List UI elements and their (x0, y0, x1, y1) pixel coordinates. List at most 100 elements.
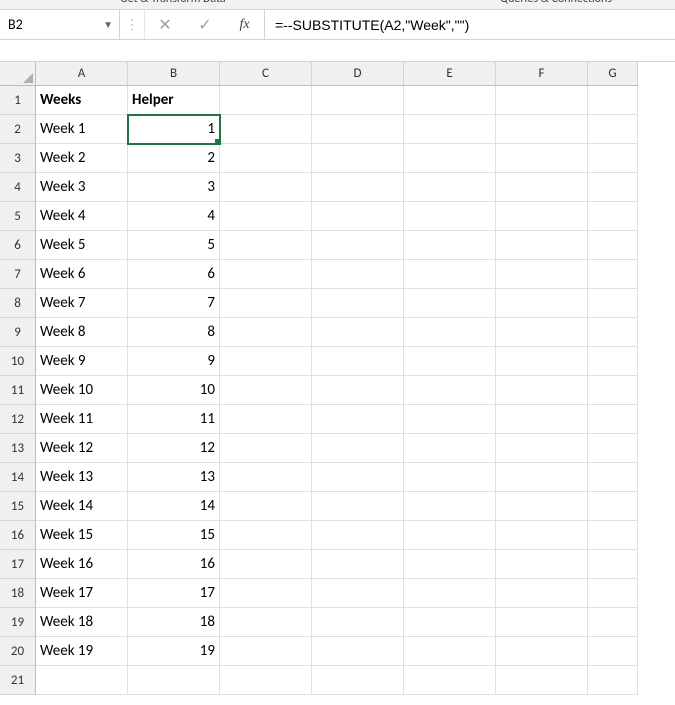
cell[interactable] (496, 608, 588, 637)
enter-icon[interactable]: ✓ (185, 10, 225, 39)
cell[interactable]: Week 12 (36, 434, 128, 463)
cell[interactable] (312, 347, 404, 376)
cell[interactable] (220, 666, 312, 695)
cell[interactable]: Week 5 (36, 231, 128, 260)
cell[interactable] (588, 492, 638, 521)
cell[interactable] (588, 579, 638, 608)
row-header[interactable]: 13 (0, 434, 36, 463)
cell[interactable] (588, 521, 638, 550)
cell[interactable] (312, 86, 404, 115)
cell[interactable] (588, 608, 638, 637)
cell[interactable] (588, 173, 638, 202)
row-header[interactable]: 15 (0, 492, 36, 521)
cell[interactable]: 6 (128, 260, 220, 289)
row-header[interactable]: 19 (0, 608, 36, 637)
cell[interactable]: 1 (128, 115, 220, 144)
cell[interactable] (312, 666, 404, 695)
cell[interactable] (496, 86, 588, 115)
cell[interactable]: 5 (128, 231, 220, 260)
formula-input[interactable] (265, 10, 675, 39)
cell[interactable] (404, 347, 496, 376)
cell[interactable] (496, 173, 588, 202)
cell[interactable] (220, 579, 312, 608)
row-header[interactable]: 17 (0, 550, 36, 579)
cell[interactable]: 8 (128, 318, 220, 347)
column-header[interactable]: B (128, 62, 220, 86)
cell[interactable] (312, 144, 404, 173)
select-all-corner[interactable] (0, 62, 36, 86)
cell[interactable] (588, 289, 638, 318)
cell[interactable] (496, 405, 588, 434)
cell[interactable] (496, 666, 588, 695)
cell[interactable] (312, 637, 404, 666)
cell[interactable] (312, 318, 404, 347)
cell[interactable] (404, 463, 496, 492)
cell[interactable] (404, 144, 496, 173)
cell[interactable] (588, 550, 638, 579)
cell[interactable] (220, 434, 312, 463)
cell[interactable] (220, 492, 312, 521)
cell[interactable] (404, 666, 496, 695)
cell[interactable] (404, 260, 496, 289)
row-header[interactable]: 1 (0, 86, 36, 115)
cell[interactable] (496, 637, 588, 666)
row-header[interactable]: 3 (0, 144, 36, 173)
cell[interactable]: 12 (128, 434, 220, 463)
cell[interactable] (404, 434, 496, 463)
column-header[interactable]: E (404, 62, 496, 86)
row-header[interactable]: 2 (0, 115, 36, 144)
row-header[interactable]: 12 (0, 405, 36, 434)
cell[interactable] (588, 637, 638, 666)
cell[interactable] (312, 405, 404, 434)
cell[interactable] (588, 260, 638, 289)
cell[interactable] (588, 86, 638, 115)
cell[interactable] (404, 86, 496, 115)
cell[interactable] (220, 202, 312, 231)
cell[interactable]: Week 3 (36, 173, 128, 202)
cell[interactable]: 7 (128, 289, 220, 318)
row-header[interactable]: 10 (0, 347, 36, 376)
cell[interactable] (312, 434, 404, 463)
cell[interactable] (128, 666, 220, 695)
cell[interactable] (220, 318, 312, 347)
cell[interactable]: Week 16 (36, 550, 128, 579)
cell[interactable] (312, 173, 404, 202)
row-header[interactable]: 7 (0, 260, 36, 289)
cell[interactable] (588, 463, 638, 492)
cell[interactable] (404, 376, 496, 405)
cell[interactable] (312, 608, 404, 637)
cancel-icon[interactable]: ✕ (145, 10, 185, 39)
cell[interactable] (496, 202, 588, 231)
cell[interactable]: 4 (128, 202, 220, 231)
cell[interactable] (496, 579, 588, 608)
cell[interactable] (404, 637, 496, 666)
row-header[interactable]: 8 (0, 289, 36, 318)
cell[interactable]: Week 13 (36, 463, 128, 492)
cell[interactable] (496, 144, 588, 173)
cell[interactable] (220, 405, 312, 434)
cell[interactable]: 19 (128, 637, 220, 666)
cell[interactable] (496, 347, 588, 376)
cell[interactable] (220, 550, 312, 579)
cell[interactable] (588, 376, 638, 405)
cell[interactable] (496, 521, 588, 550)
cell[interactable]: Week 4 (36, 202, 128, 231)
cell[interactable] (404, 550, 496, 579)
cell[interactable]: 2 (128, 144, 220, 173)
cell[interactable] (404, 579, 496, 608)
cell[interactable] (312, 260, 404, 289)
cell[interactable]: Week 14 (36, 492, 128, 521)
cell[interactable] (496, 289, 588, 318)
cell[interactable] (496, 463, 588, 492)
cell[interactable] (312, 579, 404, 608)
cell[interactable] (496, 434, 588, 463)
column-header[interactable]: D (312, 62, 404, 86)
cell[interactable]: Week 2 (36, 144, 128, 173)
cell[interactable]: Week 8 (36, 318, 128, 347)
cell[interactable] (496, 492, 588, 521)
cell[interactable]: Week 9 (36, 347, 128, 376)
cell[interactable]: Week 18 (36, 608, 128, 637)
cell[interactable] (588, 405, 638, 434)
cell[interactable] (404, 318, 496, 347)
cell[interactable] (588, 318, 638, 347)
